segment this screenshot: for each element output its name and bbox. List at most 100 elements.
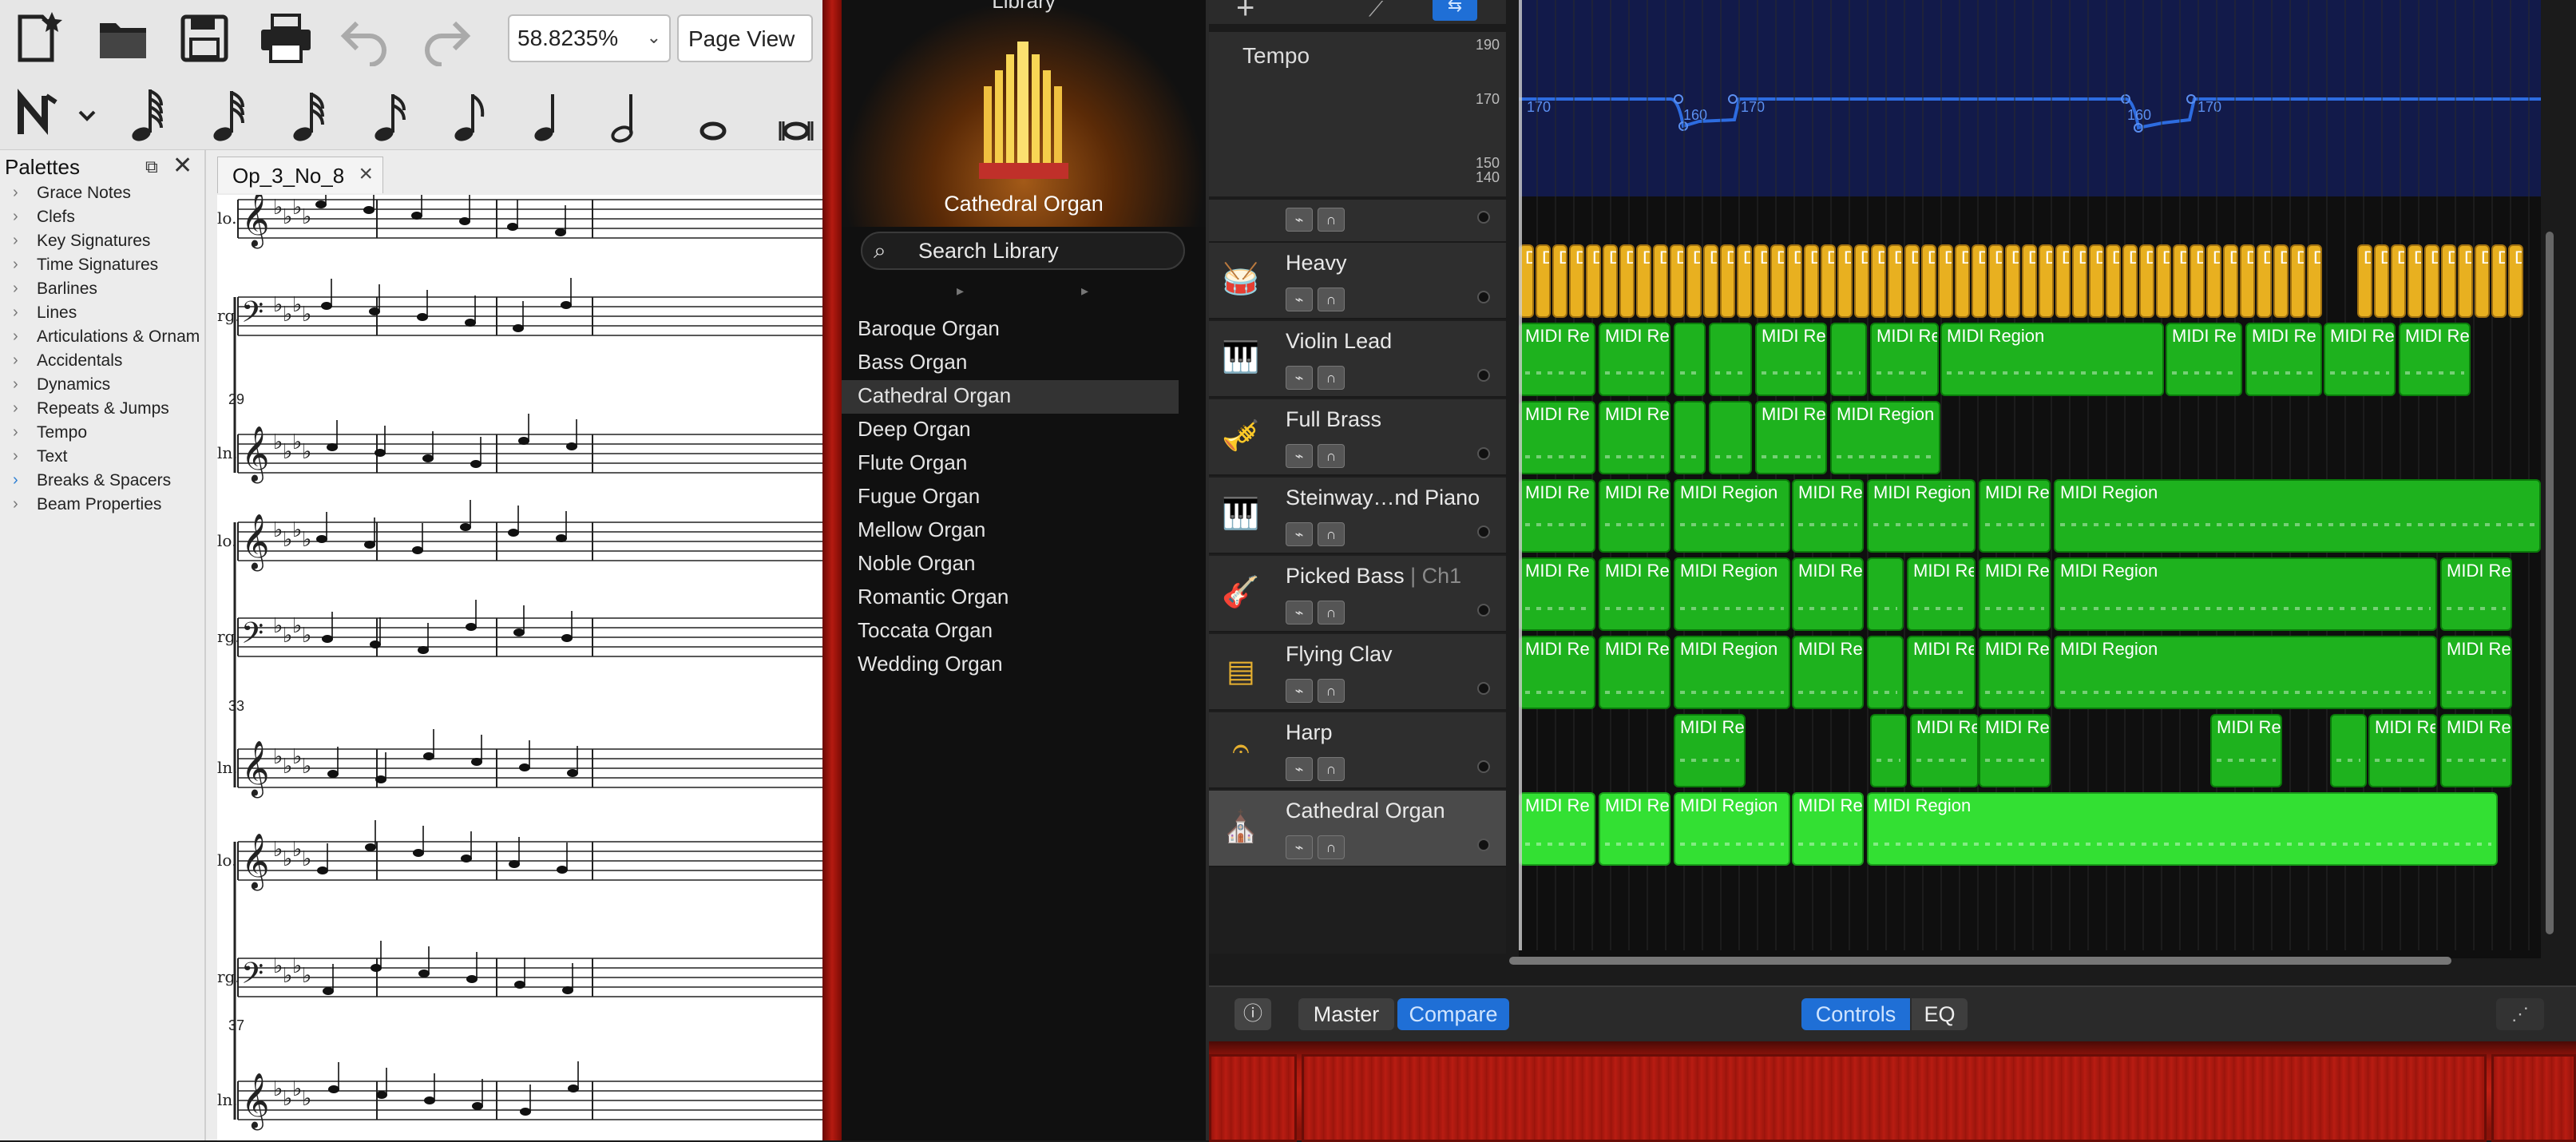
drummer-region[interactable]: Dr xyxy=(2374,244,2389,318)
headphones-icon[interactable]: ∩ xyxy=(1318,208,1345,232)
mute-icon[interactable]: ⌁ xyxy=(1286,366,1313,390)
library-item[interactable]: Deep Organ xyxy=(842,414,1206,447)
horizontal-scrollbar[interactable] xyxy=(1509,955,2477,966)
drummer-region[interactable]: Dr xyxy=(2122,244,2138,318)
drummer-region[interactable]: Dr xyxy=(1972,244,1987,318)
record-enable-icon[interactable] xyxy=(1477,682,1490,695)
drummer-region[interactable]: Dr xyxy=(1821,244,1836,318)
zoom-select[interactable]: 58.8235% ⌄ xyxy=(508,14,671,62)
midi-region[interactable]: MIDI Re xyxy=(1519,323,1595,396)
track-header[interactable]: ▤ Flying Clav ⌁ ∩ xyxy=(1209,634,1506,711)
16th-note-icon[interactable] xyxy=(363,83,418,147)
open-folder-icon[interactable] xyxy=(93,8,153,69)
midi-region[interactable]: MIDI Re xyxy=(1755,323,1827,396)
midi-region[interactable]: MIDI Re xyxy=(1519,557,1595,631)
midi-region[interactable]: MIDI Region xyxy=(1674,479,1790,553)
track-header[interactable]: 🎸 Picked Bass | Ch1 ⌁ ∩ xyxy=(1209,556,1506,632)
headphones-icon[interactable]: ∩ xyxy=(1318,522,1345,546)
midi-region[interactable]: MIDI Re xyxy=(1979,479,2051,553)
midi-region[interactable]: MIDI Re xyxy=(1519,636,1595,709)
drummer-region[interactable]: Dr xyxy=(1703,244,1718,318)
vertical-scrollbar[interactable] xyxy=(2546,232,2555,950)
midi-region[interactable]: MIDI Re xyxy=(1519,792,1595,866)
midi-region[interactable]: MIDI Re xyxy=(1519,401,1595,474)
palette-item[interactable]: › Breaks & Spacers xyxy=(0,471,206,495)
track-lane[interactable]: MIDI Re MIDI Re MIDI Re MIDI Re MIDI Region M… xyxy=(1519,321,2541,398)
midi-region[interactable]: MIDI Re xyxy=(1674,714,1746,787)
midi-region[interactable]: MIDI Re xyxy=(1907,557,1976,631)
drummer-region[interactable]: Dr xyxy=(1720,244,1735,318)
drummer-region[interactable]: Dr xyxy=(2424,244,2439,318)
mute-icon[interactable]: ⌁ xyxy=(1286,208,1313,232)
drummer-region[interactable]: Dr xyxy=(1787,244,1802,318)
midi-region[interactable] xyxy=(1870,714,1907,787)
midi-region[interactable]: MIDI Re xyxy=(1519,479,1595,553)
palette-item[interactable]: › Grace Notes xyxy=(0,184,206,208)
drummer-region[interactable]: Dr xyxy=(1988,244,2003,318)
expand-icon[interactable]: ⋰ xyxy=(2496,998,2544,1030)
midi-region[interactable]: MIDI Re xyxy=(2399,323,2471,396)
drummer-region[interactable]: Dr xyxy=(1670,244,1685,318)
midi-region[interactable]: MIDI Region xyxy=(1674,792,1790,866)
midi-region[interactable]: MIDI Re xyxy=(2166,323,2242,396)
midi-region[interactable]: MIDI Re xyxy=(2245,323,2322,396)
midi-region[interactable]: MIDI Re xyxy=(2368,714,2437,787)
midi-region[interactable] xyxy=(1674,323,1706,396)
midi-region[interactable] xyxy=(1830,323,1867,396)
drummer-region[interactable]: Dr xyxy=(2055,244,2071,318)
drummer-region[interactable]: Dr xyxy=(1754,244,1769,318)
record-enable-icon[interactable] xyxy=(1477,291,1490,303)
master-button[interactable]: Master xyxy=(1298,998,1394,1030)
drummer-region[interactable]: Dr xyxy=(1770,244,1785,318)
midi-region[interactable]: MIDI Re xyxy=(1755,401,1827,474)
library-item[interactable]: Wedding Organ xyxy=(842,648,1206,682)
record-enable-icon[interactable] xyxy=(1477,525,1490,538)
mute-icon[interactable]: ⌁ xyxy=(1286,444,1313,468)
track-header[interactable]: 🎺 Full Brass ⌁ ∩ xyxy=(1209,399,1506,476)
palette-item[interactable]: › Barlines xyxy=(0,280,206,303)
library-item[interactable]: Bass Organ xyxy=(842,347,1206,380)
palette-item[interactable]: › Articulations & Ornam xyxy=(0,327,206,351)
timeline[interactable]: 170160170160170 DrDrDrDrDrDrDrDrDrDrDrDr… xyxy=(1519,0,2541,958)
save-icon[interactable] xyxy=(174,8,235,69)
midi-region[interactable]: MIDI Re xyxy=(1792,792,1864,866)
library-item[interactable]: Flute Organ xyxy=(842,447,1206,481)
drummer-region[interactable]: Dr xyxy=(1586,244,1601,318)
track-lane[interactable]: MIDI Re MIDI Re MIDI Re MIDI Region xyxy=(1519,399,2541,476)
midi-region[interactable]: MIDI Region xyxy=(2054,557,2437,631)
track-header[interactable]: 🎹 Steinway…nd Piano ⌁ ∩ xyxy=(1209,478,1506,554)
library-item[interactable]: Fugue Organ xyxy=(842,481,1206,514)
whole-note-icon[interactable] xyxy=(685,83,741,147)
drummer-region[interactable]: Dr xyxy=(2190,244,2205,318)
headphones-icon[interactable]: ∩ xyxy=(1318,287,1345,311)
midi-region[interactable]: MIDI Re xyxy=(1599,323,1670,396)
drummer-region[interactable]: Dr xyxy=(2391,244,2406,318)
midi-region[interactable]: MIDI Re xyxy=(1599,792,1670,866)
track-header[interactable]: 🥁 Heavy ⌁ ∩ xyxy=(1209,243,1506,319)
32nd-note-icon[interactable] xyxy=(281,83,337,147)
mute-icon[interactable]: ⌁ xyxy=(1286,287,1313,311)
record-enable-icon[interactable] xyxy=(1477,211,1490,224)
catch-playhead-icon[interactable]: ⇆ xyxy=(1433,0,1477,21)
chevron-right-icon[interactable]: ▸ xyxy=(1081,283,1088,299)
library-item[interactable]: Noble Organ xyxy=(842,548,1206,581)
chevron-left-icon[interactable]: ▸ xyxy=(957,283,964,299)
drummer-region[interactable]: Dr xyxy=(1871,244,1886,318)
track-lane[interactable]: MIDI Re MIDI Re MIDI Region MIDI Re MIDI Reg… xyxy=(1519,478,2541,554)
midi-region[interactable]: MIDI Re xyxy=(1599,557,1670,631)
headphones-icon[interactable]: ∩ xyxy=(1318,757,1345,781)
mute-icon[interactable]: ⌁ xyxy=(1286,522,1313,546)
midi-region[interactable]: MIDI Re xyxy=(1792,636,1864,709)
half-note-icon[interactable] xyxy=(600,83,656,147)
midi-region[interactable]: MIDI Re xyxy=(1979,636,2051,709)
palette-item[interactable]: › Tempo xyxy=(0,423,206,447)
controls-tab[interactable]: Controls xyxy=(1801,998,1910,1030)
drummer-region[interactable]: Dr xyxy=(2089,244,2104,318)
midi-region[interactable]: MIDI Re xyxy=(2440,636,2512,709)
midi-region[interactable] xyxy=(1709,401,1752,474)
record-enable-icon[interactable] xyxy=(1477,447,1490,460)
midi-region[interactable]: MIDI Re xyxy=(1599,401,1670,474)
track-header[interactable]: 🎹 Violin Lead ⌁ ∩ xyxy=(1209,321,1506,398)
midi-region[interactable]: MIDI Re xyxy=(2440,557,2512,631)
mute-icon[interactable]: ⌁ xyxy=(1286,835,1313,859)
